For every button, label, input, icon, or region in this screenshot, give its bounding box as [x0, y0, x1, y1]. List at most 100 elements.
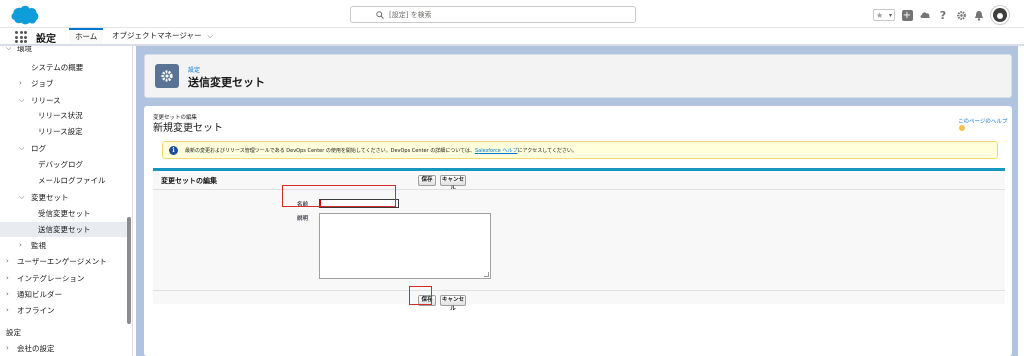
- sidebar-item-release-settings[interactable]: リリース設定: [0, 124, 127, 139]
- setup-sidebar: ⌵ 環境 システムの概要 › ジョブ ⌵ リリース リリース状況 リリース設定 …: [0, 46, 133, 356]
- sidebar-item-jobs[interactable]: › ジョブ: [0, 76, 127, 91]
- content-panel: 変更セットの編集 新規変更セット このページのヘルプ i 最新の変更およびリリー…: [144, 106, 1012, 356]
- sidebar-item-notification-builder[interactable]: › 通知ビルダー: [0, 287, 127, 302]
- description-field[interactable]: [319, 213, 491, 279]
- change-set-edit-form: 変更セットの編集 保存 キャンセル 名前 説明 保存 キャンセル: [153, 168, 1005, 312]
- sidebar-item-user-engagement[interactable]: › ユーザーエンゲージメント: [0, 254, 127, 269]
- sidebar-item-integrations[interactable]: › インテグレーション: [0, 271, 127, 286]
- save-button-top[interactable]: 保存: [418, 175, 436, 186]
- setup-button[interactable]: [955, 9, 967, 21]
- sidebar-item-label: ログ: [31, 144, 46, 153]
- chevron-down-icon: ⌵: [19, 144, 25, 152]
- help-link[interactable]: このページのヘルプ: [958, 117, 1012, 132]
- sidebar-item-label: リリース: [31, 96, 61, 105]
- sidebar-item-label: リリース状況: [38, 111, 83, 120]
- sidebar-item-label: メールログファイル: [38, 176, 106, 185]
- sidebar-item-label: 送信変更セット: [38, 225, 91, 234]
- sidebar-item-label: オフライン: [17, 306, 55, 315]
- sidebar-item-outbound-change-sets[interactable]: 送信変更セット: [0, 222, 127, 237]
- sidebar-item-release-status[interactable]: リリース状況: [0, 108, 127, 123]
- global-search-box[interactable]: [設定] を検索: [350, 6, 636, 23]
- sidebar-item-label: リリース設定: [38, 127, 83, 136]
- salesforce-help-link[interactable]: Salesforce ヘルプ: [475, 148, 518, 154]
- description-label: 説明: [297, 216, 309, 222]
- help-icon: [959, 125, 965, 131]
- sidebar-item-debug-logs[interactable]: デバッグログ: [0, 157, 127, 172]
- info-message: 最新の変更およびリリース管理ツールである DevOps Center の使用を開…: [185, 147, 577, 154]
- favorites-button[interactable]: ★ ▾: [873, 9, 895, 21]
- info-text-part1: 最新の変更およびリリース管理ツールである DevOps Center の使用を開…: [185, 148, 475, 154]
- search-icon: [376, 11, 384, 21]
- cancel-button-top[interactable]: キャンセル: [440, 175, 466, 192]
- sidebar-item-environment[interactable]: ⌵ 環境: [0, 46, 127, 56]
- chevron-right-icon: ›: [6, 274, 9, 282]
- help-icon: ?: [939, 8, 947, 22]
- sidebar-item-monitoring[interactable]: › 監視: [0, 238, 127, 253]
- app-launcher-icon[interactable]: [15, 31, 27, 43]
- info-banner: i 最新の変更およびリリース管理ツールである DevOps Center の使用…: [162, 141, 998, 159]
- section-divider: [153, 189, 1005, 190]
- sidebar-item-label: インテグレーション: [17, 274, 85, 283]
- sidebar-item-label: 環境: [17, 46, 32, 53]
- plus-icon: +: [901, 9, 913, 21]
- salesforce-logo[interactable]: [8, 4, 40, 26]
- sidebar-scrollbar[interactable]: [127, 217, 131, 324]
- chevron-down-icon: ⌵: [6, 46, 12, 52]
- cancel-button-bottom[interactable]: キャンセル: [440, 295, 466, 312]
- app-name: 設定: [36, 34, 56, 45]
- sidebar-item-label: ジョブ: [31, 79, 54, 88]
- tab-object-manager-label: オブジェクトマネージャー: [112, 31, 202, 40]
- chevron-right-icon: ›: [19, 79, 22, 87]
- sidebar-item-email-log-files[interactable]: メールログファイル: [0, 173, 127, 188]
- sidebar-item-company-settings[interactable]: › 会社の設定: [0, 341, 127, 356]
- sidebar-item-label: 監視: [31, 241, 46, 250]
- chevron-right-icon: ›: [19, 241, 22, 249]
- form-title: 新規変更セット: [153, 123, 223, 134]
- help-link-label: このページのヘルプ: [958, 119, 1008, 125]
- setup-gear-icon: [155, 64, 179, 88]
- sidebar-item-label: ユーザーエンゲージメント: [17, 257, 107, 266]
- app-nav-bar: 設定 ホーム オブジェクトマネージャー ⌵: [0, 28, 1024, 46]
- global-actions-button[interactable]: +: [901, 9, 913, 21]
- sidebar-item-offline[interactable]: › オフライン: [0, 303, 127, 318]
- chevron-down-icon: ⌵: [19, 96, 25, 104]
- trailhead-button[interactable]: [919, 9, 931, 21]
- section-divider: [153, 290, 1005, 291]
- sidebar-item-release[interactable]: ⌵ リリース: [0, 93, 127, 108]
- info-text-part2: にアクセスしてください。: [517, 148, 577, 154]
- page-title: 送信変更セット: [188, 76, 265, 89]
- chevron-down-icon[interactable]: ⌵: [207, 32, 212, 40]
- sidebar-item-system-overview[interactable]: システムの概要: [0, 60, 127, 75]
- sidebar-item-label: 変更セット: [31, 193, 69, 202]
- chevron-right-icon: ›: [6, 257, 9, 265]
- cloud-icon: [920, 12, 930, 19]
- sidebar-section-title: 設定: [6, 328, 21, 337]
- section-title: 変更セットの編集: [161, 177, 217, 185]
- chevron-right-icon: ›: [6, 344, 9, 352]
- search-placeholder: [設定] を検索: [389, 11, 432, 19]
- tab-object-manager[interactable]: オブジェクトマネージャー ⌵: [106, 28, 219, 44]
- star-icon: ★: [876, 10, 884, 20]
- main-area: 設定 送信変更セット 変更セットの編集 新規変更セット このページのヘルプ i …: [136, 46, 1018, 356]
- page-header: 設定 送信変更セット: [144, 54, 1012, 98]
- header-toolbar: ★ ▾ + ?: [873, 4, 1009, 26]
- highlight-name-field: [282, 185, 396, 207]
- notifications-button[interactable]: [973, 9, 985, 21]
- gear-icon: [956, 10, 966, 20]
- chevron-right-icon: ›: [6, 306, 9, 314]
- tab-home[interactable]: ホーム: [69, 28, 104, 44]
- chevron-right-icon: ›: [6, 290, 9, 298]
- sidebar-item-label: 受信変更セット: [38, 209, 91, 218]
- sidebar-item-inbound-change-sets[interactable]: 受信変更セット: [0, 206, 127, 221]
- sidebar-item-label: システムの概要: [31, 63, 84, 72]
- bell-icon: [975, 10, 983, 21]
- help-button[interactable]: ?: [937, 8, 949, 22]
- chevron-down-icon: ▾: [888, 11, 892, 19]
- chevron-down-icon: ⌵: [19, 193, 25, 201]
- sidebar-item-change-sets[interactable]: ⌵ 変更セット: [0, 190, 127, 205]
- highlight-save-button: [409, 286, 432, 305]
- sidebar-item-label: 会社の設定: [17, 344, 55, 353]
- page-header-breadcrumb: 設定: [188, 67, 201, 74]
- avatar[interactable]: [991, 6, 1009, 24]
- sidebar-item-logs[interactable]: ⌵ ログ: [0, 141, 127, 156]
